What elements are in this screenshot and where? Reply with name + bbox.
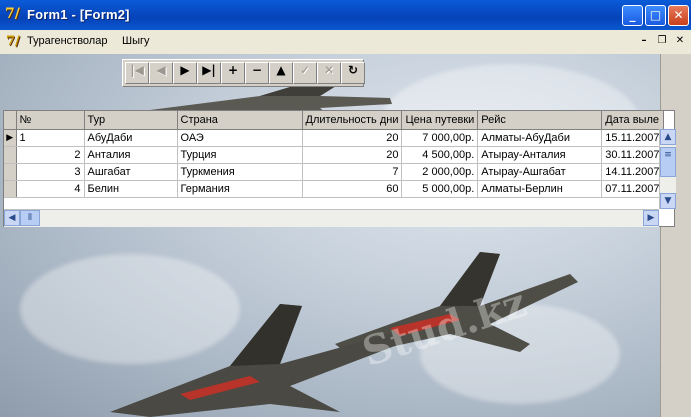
table-cell[interactable]: 4 bbox=[16, 180, 85, 198]
table-cell[interactable]: Алматы-АбуДаби bbox=[477, 129, 603, 147]
title-bar[interactable]: 7/ Form1 - [Form2] _ □ ✕ bbox=[0, 0, 691, 30]
nav-refresh-button[interactable]: ↻ bbox=[341, 62, 365, 84]
table-cell[interactable]: 5 000,00р. bbox=[401, 180, 479, 198]
minimize-button[interactable]: _ bbox=[622, 5, 643, 26]
table-cell[interactable]: Атырау-Анталия bbox=[477, 146, 603, 164]
form-background-image: Stud.kz Stud.kz bbox=[0, 54, 660, 417]
grid-table: № Тур Страна Длительность дни Цена путевки Ре… bbox=[4, 111, 664, 198]
table-cell[interactable]: 60 bbox=[302, 180, 403, 198]
close-button[interactable]: ✕ bbox=[668, 5, 689, 26]
column-header[interactable]: Рейс bbox=[477, 111, 603, 130]
db-grid[interactable]: № Тур Страна Длительность дни Цена путевки Ре… bbox=[3, 110, 676, 227]
table-row[interactable]: ▶ 1 АбуДаби ОАЭ 20 7 000,00р. Алматы-АбуДаби 15… bbox=[4, 129, 664, 147]
table-cell[interactable]: 2 000,00р. bbox=[401, 163, 479, 181]
app-icon[interactable]: 7/ bbox=[5, 6, 23, 24]
table-cell[interactable]: 20 bbox=[302, 129, 403, 147]
db-navigator: |◀ ◀ ▶ ▶| + − ▲ ✓ ✕ ↻ bbox=[122, 59, 365, 87]
table-cell[interactable]: Турция bbox=[177, 146, 303, 164]
table-cell[interactable]: Ашгабат bbox=[84, 163, 178, 181]
nav-edit-button[interactable]: ▲ bbox=[269, 62, 293, 84]
column-header[interactable]: Цена путевки bbox=[401, 111, 479, 130]
horizontal-scrollbar[interactable]: ◀ ⦀ ▶ bbox=[4, 209, 659, 227]
table-row[interactable]: 3 Ашгабат Туркмения 7 2 000,00р. Атырау-Ашгаб… bbox=[4, 163, 664, 181]
table-cell[interactable]: АбуДаби bbox=[84, 129, 178, 147]
nav-post-button[interactable]: ✓ bbox=[293, 62, 317, 84]
table-cell[interactable]: 30.11.2007 bbox=[601, 146, 664, 164]
table-cell[interactable]: Белин bbox=[84, 180, 178, 198]
table-cell[interactable]: Германия bbox=[177, 180, 303, 198]
scroll-thumb[interactable]: ⦀ bbox=[20, 210, 40, 226]
mdi-restore-button[interactable]: ❐ bbox=[655, 34, 669, 48]
table-cell[interactable]: 15.11.2007 bbox=[601, 129, 664, 147]
scroll-down-button[interactable]: ▼ bbox=[660, 193, 676, 209]
column-header[interactable]: Тур bbox=[84, 111, 178, 130]
column-header[interactable]: Страна bbox=[177, 111, 303, 130]
form-icon[interactable]: 7/ bbox=[6, 34, 20, 49]
mdi-minimize-button[interactable]: – bbox=[637, 34, 651, 48]
maximize-button[interactable]: □ bbox=[645, 5, 666, 26]
vertical-scrollbar[interactable]: ▲ ≡ ▼ bbox=[659, 129, 676, 209]
column-header[interactable]: № bbox=[16, 111, 85, 130]
table-cell[interactable]: 07.11.2007 bbox=[601, 180, 664, 198]
indicator-header bbox=[4, 111, 17, 130]
table-cell[interactable]: 14.11.2007 bbox=[601, 163, 664, 181]
nav-insert-button[interactable]: + bbox=[221, 62, 245, 84]
table-row[interactable]: 2 Анталия Турция 20 4 500,00р. Атырау-Анталия… bbox=[4, 146, 664, 164]
nav-delete-button[interactable]: − bbox=[245, 62, 269, 84]
table-cell[interactable]: 3 bbox=[16, 163, 85, 181]
table-cell[interactable]: 20 bbox=[302, 146, 403, 164]
record-indicator-icon bbox=[4, 146, 17, 164]
table-cell[interactable]: Атырау-Ашгабат bbox=[477, 163, 603, 181]
record-indicator-icon: ▶ bbox=[4, 129, 17, 147]
scroll-up-button[interactable]: ▲ bbox=[660, 129, 676, 145]
nav-prior-button[interactable]: ◀ bbox=[149, 62, 173, 84]
mdi-close-button[interactable]: ✕ bbox=[673, 34, 687, 48]
menu-bar: 7/ Турагенстволар Шыгу – ❐ ✕ bbox=[0, 30, 691, 55]
record-indicator-icon bbox=[4, 180, 17, 198]
scroll-right-button[interactable]: ▶ bbox=[643, 210, 659, 226]
column-header[interactable]: Дата выле bbox=[601, 111, 664, 130]
table-cell[interactable]: Анталия bbox=[84, 146, 178, 164]
menu-item-tour-agencies[interactable]: Турагенстволар bbox=[27, 35, 107, 47]
nav-next-button[interactable]: ▶ bbox=[173, 62, 197, 84]
table-cell[interactable]: 7 000,00р. bbox=[401, 129, 479, 147]
scroll-left-button[interactable]: ◀ bbox=[4, 210, 20, 226]
table-cell[interactable]: 7 bbox=[302, 163, 403, 181]
scroll-thumb[interactable]: ≡ bbox=[660, 147, 676, 177]
table-cell[interactable]: Алматы-Берлин bbox=[477, 180, 603, 198]
window-title: Form1 - [Form2] bbox=[27, 7, 130, 22]
nav-first-button[interactable]: |◀ bbox=[125, 62, 149, 84]
table-cell[interactable]: 4 500,00р. bbox=[401, 146, 479, 164]
mdi-frame-edge bbox=[660, 54, 691, 417]
column-header[interactable]: Длительность дни bbox=[302, 111, 403, 130]
nav-cancel-button[interactable]: ✕ bbox=[317, 62, 341, 84]
table-cell[interactable]: ОАЭ bbox=[177, 129, 303, 147]
menu-item-exit[interactable]: Шыгу bbox=[122, 35, 150, 47]
nav-last-button[interactable]: ▶| bbox=[197, 62, 221, 84]
grid-header-row: № Тур Страна Длительность дни Цена путевки Ре… bbox=[4, 111, 664, 130]
table-cell[interactable]: Туркмения bbox=[177, 163, 303, 181]
table-cell[interactable]: 2 bbox=[16, 146, 85, 164]
table-row[interactable]: 4 Белин Германия 60 5 000,00р. Алматы-Берлин 0… bbox=[4, 180, 664, 198]
table-cell[interactable]: 1 bbox=[16, 129, 85, 147]
record-indicator-icon bbox=[4, 163, 17, 181]
